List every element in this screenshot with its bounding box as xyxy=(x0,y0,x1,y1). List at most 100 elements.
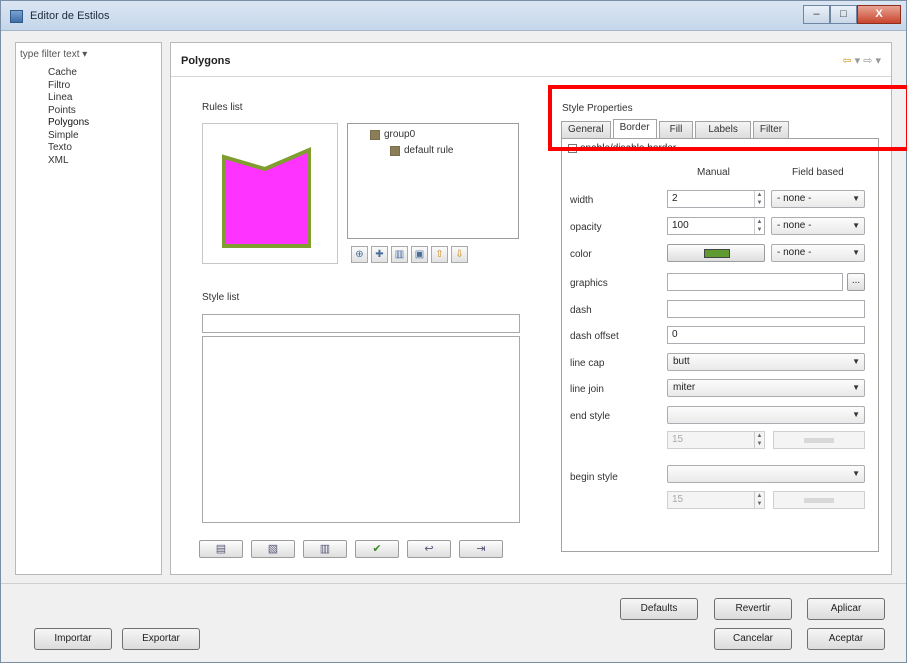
delete-rule-button[interactable]: ▥ xyxy=(391,246,408,263)
tree-group-label: group0 xyxy=(384,129,416,140)
move-up-button[interactable]: ⇧ xyxy=(431,246,448,263)
category-panel: type filter text ▾ Cache Filtro Linea Po… xyxy=(15,42,162,575)
dash-field[interactable] xyxy=(667,300,865,318)
chevron-down-icon: ▼ xyxy=(852,357,860,366)
forward-arrow-icon[interactable]: ⇨ xyxy=(863,55,872,67)
page-title: Polygons xyxy=(181,55,231,67)
tab-fill[interactable]: Fill xyxy=(658,121,694,138)
width-label: width xyxy=(570,195,594,206)
rules-tree[interactable]: group0 default rule xyxy=(347,123,519,239)
dash-offset-field[interactable]: 0 xyxy=(667,326,865,344)
chevron-down-icon: ▼ xyxy=(852,383,860,392)
category-item-simple[interactable]: Simple xyxy=(48,130,89,143)
line-cap-label: line cap xyxy=(570,358,605,369)
begin-style-color-bar xyxy=(804,498,834,503)
color-swatch xyxy=(704,249,730,258)
tab-border[interactable]: Border xyxy=(612,119,657,138)
delete-style-button[interactable]: ▥ xyxy=(303,540,347,558)
close-button[interactable]: X xyxy=(857,5,901,24)
category-list: Cache Filtro Linea Points Polygons Simpl… xyxy=(48,67,89,167)
width-value: 2 xyxy=(672,193,678,204)
type-filter-input[interactable]: type filter text ▾ xyxy=(20,49,87,60)
category-item-points[interactable]: Points xyxy=(48,105,89,118)
chevron-down-icon: ▼ xyxy=(852,194,860,203)
category-item-linea[interactable]: Linea xyxy=(48,92,89,105)
back-dropdown-icon[interactable]: ▾ xyxy=(855,55,861,67)
opacity-value: 100 xyxy=(672,220,689,231)
end-style-color-button xyxy=(773,431,865,449)
style-listbox[interactable] xyxy=(202,336,520,523)
apply-check-button[interactable]: ✔ xyxy=(355,540,399,558)
cancel-button[interactable]: Cancelar xyxy=(714,628,792,650)
begin-style-size-value: 15 xyxy=(672,494,684,505)
maximize-button[interactable]: □ xyxy=(830,5,857,24)
begin-style-size-spinner: 15 ▲ ▼ xyxy=(667,491,765,509)
opacity-spin-arrows-icon[interactable]: ▲ ▼ xyxy=(754,218,764,234)
opacity-field-combo[interactable]: - none - ▼ xyxy=(771,217,865,235)
category-item-cache[interactable]: Cache xyxy=(48,67,89,80)
tree-rule-label: default rule xyxy=(404,145,454,156)
color-field-combo[interactable]: - none - ▼ xyxy=(771,244,865,262)
apply-button[interactable]: Aplicar xyxy=(807,598,885,620)
enable-border-checkbox[interactable] xyxy=(568,144,577,153)
export-button[interactable]: Exportar xyxy=(122,628,200,650)
tab-labels[interactable]: Labels xyxy=(695,121,751,138)
undo-style-button[interactable]: ↩ xyxy=(407,540,451,558)
window-title: Editor de Estilos xyxy=(30,10,110,22)
accept-button[interactable]: Aceptar xyxy=(807,628,885,650)
rule-toolbar: ⊕ ✚ ▥ ▣ ⇧ ⇩ xyxy=(351,246,468,263)
width-spin-arrows-icon[interactable]: ▲ ▼ xyxy=(754,191,764,207)
enable-border-row[interactable]: enable/disable border xyxy=(568,143,676,154)
line-cap-value: butt xyxy=(673,356,690,367)
begin-style-combo[interactable]: ▼ xyxy=(667,465,865,483)
copy-rule-button[interactable]: ▣ xyxy=(411,246,428,263)
back-arrow-icon[interactable]: ⇦ xyxy=(842,55,851,67)
group-swatch-icon xyxy=(370,129,380,140)
style-list-label: Style list xyxy=(202,292,240,303)
defaults-button[interactable]: Defaults xyxy=(620,598,698,620)
end-size-spin-arrows-icon: ▲ ▼ xyxy=(754,432,764,448)
begin-style-color-button xyxy=(773,491,865,509)
opacity-spinner[interactable]: 100 ▲ ▼ xyxy=(667,217,765,235)
line-join-combo[interactable]: miter ▼ xyxy=(667,379,865,397)
open-style-button[interactable]: ▧ xyxy=(251,540,295,558)
end-style-color-bar xyxy=(804,438,834,443)
color-picker-button[interactable] xyxy=(667,244,765,262)
rule-swatch-icon xyxy=(390,145,400,156)
category-item-filtro[interactable]: Filtro xyxy=(48,80,89,93)
graphics-field[interactable] xyxy=(667,273,843,291)
add-rule-button[interactable]: ⊕ xyxy=(351,246,368,263)
graphics-label: graphics xyxy=(570,278,608,289)
tab-general[interactable]: General xyxy=(561,121,611,138)
end-style-combo[interactable]: ▼ xyxy=(667,406,865,424)
save-style-button[interactable]: ▤ xyxy=(199,540,243,558)
tree-group-item[interactable]: group0 xyxy=(370,129,415,140)
import-button[interactable]: Importar xyxy=(34,628,112,650)
forward-dropdown-icon[interactable]: ▾ xyxy=(875,55,881,67)
style-tabs: General Border Fill Labels Filter xyxy=(561,119,791,138)
window-controls: – □ X xyxy=(803,5,901,25)
revert-button[interactable]: Revertir xyxy=(714,598,792,620)
category-item-xml[interactable]: XML xyxy=(48,155,89,168)
line-cap-combo[interactable]: butt ▼ xyxy=(667,353,865,371)
bottom-separator xyxy=(1,583,906,584)
title-bar[interactable]: Editor de Estilos – □ X xyxy=(1,1,906,31)
begin-size-spin-arrows-icon: ▲ ▼ xyxy=(754,492,764,508)
chevron-down-icon: ▼ xyxy=(852,248,860,257)
style-list-input[interactable] xyxy=(202,314,520,333)
add-group-button[interactable]: ✚ xyxy=(371,246,388,263)
manual-column-header: Manual xyxy=(697,167,730,178)
style-properties-group: Style Properties General Border Fill Lab… xyxy=(559,95,881,555)
category-item-polygons[interactable]: Polygons xyxy=(48,117,89,130)
tab-filter[interactable]: Filter xyxy=(752,121,790,138)
category-item-texto[interactable]: Texto xyxy=(48,142,89,155)
width-spinner[interactable]: 2 ▲ ▼ xyxy=(667,190,765,208)
dash-label: dash xyxy=(570,305,592,316)
graphics-browse-button[interactable]: ... xyxy=(847,273,865,291)
minimize-button[interactable]: – xyxy=(803,5,830,24)
width-field-combo[interactable]: - none - ▼ xyxy=(771,190,865,208)
tree-rule-item[interactable]: default rule xyxy=(390,145,453,156)
field-based-column-header: Field based xyxy=(792,167,844,178)
move-down-button[interactable]: ⇩ xyxy=(451,246,468,263)
export-style-button[interactable]: ⇥ xyxy=(459,540,503,558)
